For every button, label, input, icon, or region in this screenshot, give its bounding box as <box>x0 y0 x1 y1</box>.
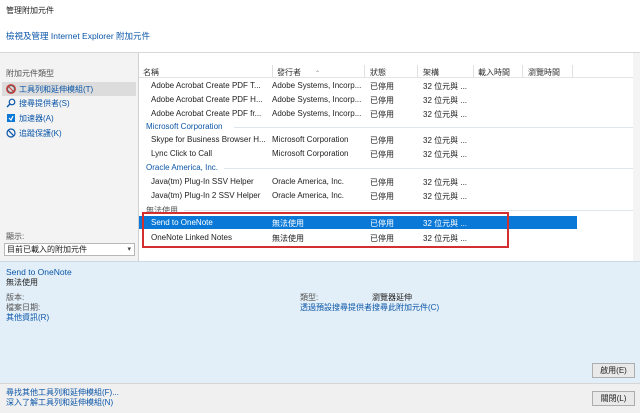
close-button[interactable]: 關閉(L) <box>592 391 635 406</box>
addon-publisher: Oracle America, Inc. <box>272 177 345 186</box>
column-header-name[interactable]: 名稱 <box>143 67 159 78</box>
accelerator-icon <box>6 113 16 123</box>
search-icon <box>6 98 16 108</box>
selected-addon-name: Send to OneNote <box>6 267 72 277</box>
column-header-load-time[interactable]: 載入時間 <box>478 67 510 78</box>
addon-architecture: 32 位元與 ... <box>423 219 468 228</box>
column-divider[interactable] <box>473 65 474 77</box>
group-header: Microsoft Corporation <box>146 122 223 131</box>
addon-publisher: Microsoft Corporation <box>272 135 349 144</box>
addon-architecture: 32 位元與 ... <box>423 192 468 201</box>
addon-name: Java(tm) Plug-In SSV Helper <box>151 177 254 186</box>
addon-publisher: Microsoft Corporation <box>272 149 349 158</box>
sidebar-item-tracking-protection[interactable]: 追蹤保護(K) <box>2 126 136 140</box>
addon-publisher: Adobe Systems, Incorp... <box>272 95 362 104</box>
addon-status: 已停用 <box>370 110 394 119</box>
more-info-link[interactable]: 其他資訊(R) <box>6 312 49 323</box>
table-row[interactable]: Adobe Acrobat Create PDF fr... Adobe Sys… <box>139 107 640 120</box>
addon-status: 已停用 <box>370 178 394 187</box>
addon-name: Adobe Acrobat Create PDF H... <box>151 95 263 104</box>
addon-name: Send to OneNote <box>151 218 213 227</box>
column-header-navigation-time[interactable]: 瀏覽時間 <box>528 67 560 78</box>
learn-more-toolbars-link[interactable]: 深入了解工具列和延伸模組(N) <box>6 397 113 408</box>
divider <box>184 210 634 211</box>
column-headers: 名稱 發行者 ⌃ 狀態 架構 載入時間 瀏覽時間 <box>139 65 640 78</box>
gear-blocked-icon <box>6 84 16 94</box>
addon-architecture: 32 位元與 ... <box>423 110 468 119</box>
sidebar-item-label: 追蹤保護(K) <box>19 128 62 138</box>
addon-name: OneNote Linked Notes <box>151 233 232 242</box>
addon-name: Lync Click to Call <box>151 149 213 158</box>
addon-status: 已停用 <box>370 150 394 159</box>
details-pane: Send to OneNote 無法使用 版本: 檔案日期: 其他資訊(R) 類… <box>0 261 640 383</box>
column-divider[interactable] <box>572 65 573 77</box>
divider <box>234 127 634 128</box>
vertical-scrollbar[interactable] <box>633 53 640 261</box>
table-row[interactable]: Adobe Acrobat Create PDF T... Adobe Syst… <box>139 79 640 92</box>
table-row[interactable]: Skype for Business Browser H... Microsof… <box>139 133 640 146</box>
addon-name: Adobe Acrobat Create PDF T... <box>151 81 261 90</box>
column-divider[interactable] <box>272 65 273 77</box>
addon-publisher: Oracle America, Inc. <box>272 191 345 200</box>
sort-ascending-icon: ⌃ <box>315 71 321 77</box>
addon-name: Java(tm) Plug-In 2 SSV Helper <box>151 191 261 200</box>
group-header: Oracle America, Inc. <box>146 163 219 172</box>
addon-name: Adobe Acrobat Create PDF fr... <box>151 109 262 118</box>
addon-status: 已停用 <box>370 136 394 145</box>
table-row[interactable]: Java(tm) Plug-In SSV Helper Oracle Ameri… <box>139 175 640 188</box>
column-divider[interactable] <box>522 65 523 77</box>
sidebar-item-label: 加速器(A) <box>19 113 54 123</box>
addon-architecture: 32 位元與 ... <box>423 150 468 159</box>
sidebar-item-label: 搜尋提供者(S) <box>19 98 70 108</box>
window-title: 管理附加元件 <box>6 6 54 15</box>
column-header-status[interactable]: 狀態 <box>370 67 386 78</box>
sidebar-item-search-providers[interactable]: 搜尋提供者(S) <box>2 96 136 110</box>
footer: 尋找其他工具列和延伸模組(F)... 深入了解工具列和延伸模組(N) 關閉(L) <box>0 383 640 413</box>
sidebar-item-label: 工具列和延伸模組(T) <box>19 84 94 94</box>
show-label: 顯示: <box>6 232 25 241</box>
tracking-protection-icon <box>6 128 16 138</box>
addon-publisher: 無法使用 <box>272 219 304 228</box>
show-dropdown-value: 目前已載入的附加元件 <box>7 245 87 254</box>
addon-architecture: 32 位元與 ... <box>423 82 468 91</box>
table-row[interactable]: OneNote Linked Notes 無法使用 已停用 32 位元與 ... <box>139 231 640 244</box>
view-manage-addons-link[interactable]: 檢視及管理 Internet Explorer 附加元件 <box>6 30 150 42</box>
addon-architecture: 32 位元與 ... <box>423 136 468 145</box>
column-divider[interactable] <box>364 65 365 77</box>
enable-button[interactable]: 啟用(E) <box>592 363 635 378</box>
addon-architecture: 32 位元與 ... <box>423 178 468 187</box>
chevron-down-icon: ▾ <box>127 246 131 253</box>
addon-architecture: 32 位元與 ... <box>423 96 468 105</box>
addon-status: 已停用 <box>370 82 394 91</box>
addon-publisher: Adobe Systems, Incorp... <box>272 81 362 90</box>
table-row[interactable]: Adobe Acrobat Create PDF H... Adobe Syst… <box>139 93 640 106</box>
addon-name: Skype for Business Browser H... <box>151 135 266 144</box>
search-addon-link[interactable]: 透過預設搜尋提供者搜尋此附加元件(C) <box>300 302 439 313</box>
addon-types-header: 附加元件類型 <box>6 69 54 78</box>
addon-status: 已停用 <box>370 96 394 105</box>
addon-list: 名稱 發行者 ⌃ 狀態 架構 載入時間 瀏覽時間 Adobe Acrobat C… <box>139 53 640 261</box>
sidebar-item-accelerators[interactable]: 加速器(A) <box>2 111 136 125</box>
table-row[interactable]: Java(tm) Plug-In 2 SSV Helper Oracle Ame… <box>139 189 640 202</box>
selected-addon-publisher: 無法使用 <box>6 278 38 287</box>
table-row-selected[interactable]: Send to OneNote 無法使用 已停用 32 位元與 ... <box>139 216 577 229</box>
addon-types-sidebar: 附加元件類型 工具列和延伸模組(T) 搜尋提供者(S) 加速器(A) 追蹤保護(… <box>0 53 138 261</box>
table-row[interactable]: Lync Click to Call Microsoft Corporation… <box>139 147 640 160</box>
show-dropdown[interactable]: 目前已載入的附加元件 ▾ <box>4 243 135 256</box>
column-divider[interactable] <box>417 65 418 77</box>
addon-publisher: Adobe Systems, Incorp... <box>272 109 362 118</box>
sidebar-item-toolbars-extensions[interactable]: 工具列和延伸模組(T) <box>2 82 136 96</box>
title-bar: 管理附加元件 <box>0 0 640 21</box>
addon-status: 已停用 <box>370 219 394 228</box>
divider <box>224 168 634 169</box>
addon-status: 已停用 <box>370 234 394 243</box>
column-header-publisher[interactable]: 發行者 <box>277 67 301 78</box>
addon-status: 已停用 <box>370 192 394 201</box>
group-header: 無法使用 <box>146 206 178 215</box>
addon-architecture: 32 位元與 ... <box>423 234 468 243</box>
column-header-architecture[interactable]: 架構 <box>423 67 439 78</box>
addon-publisher: 無法使用 <box>272 234 304 243</box>
